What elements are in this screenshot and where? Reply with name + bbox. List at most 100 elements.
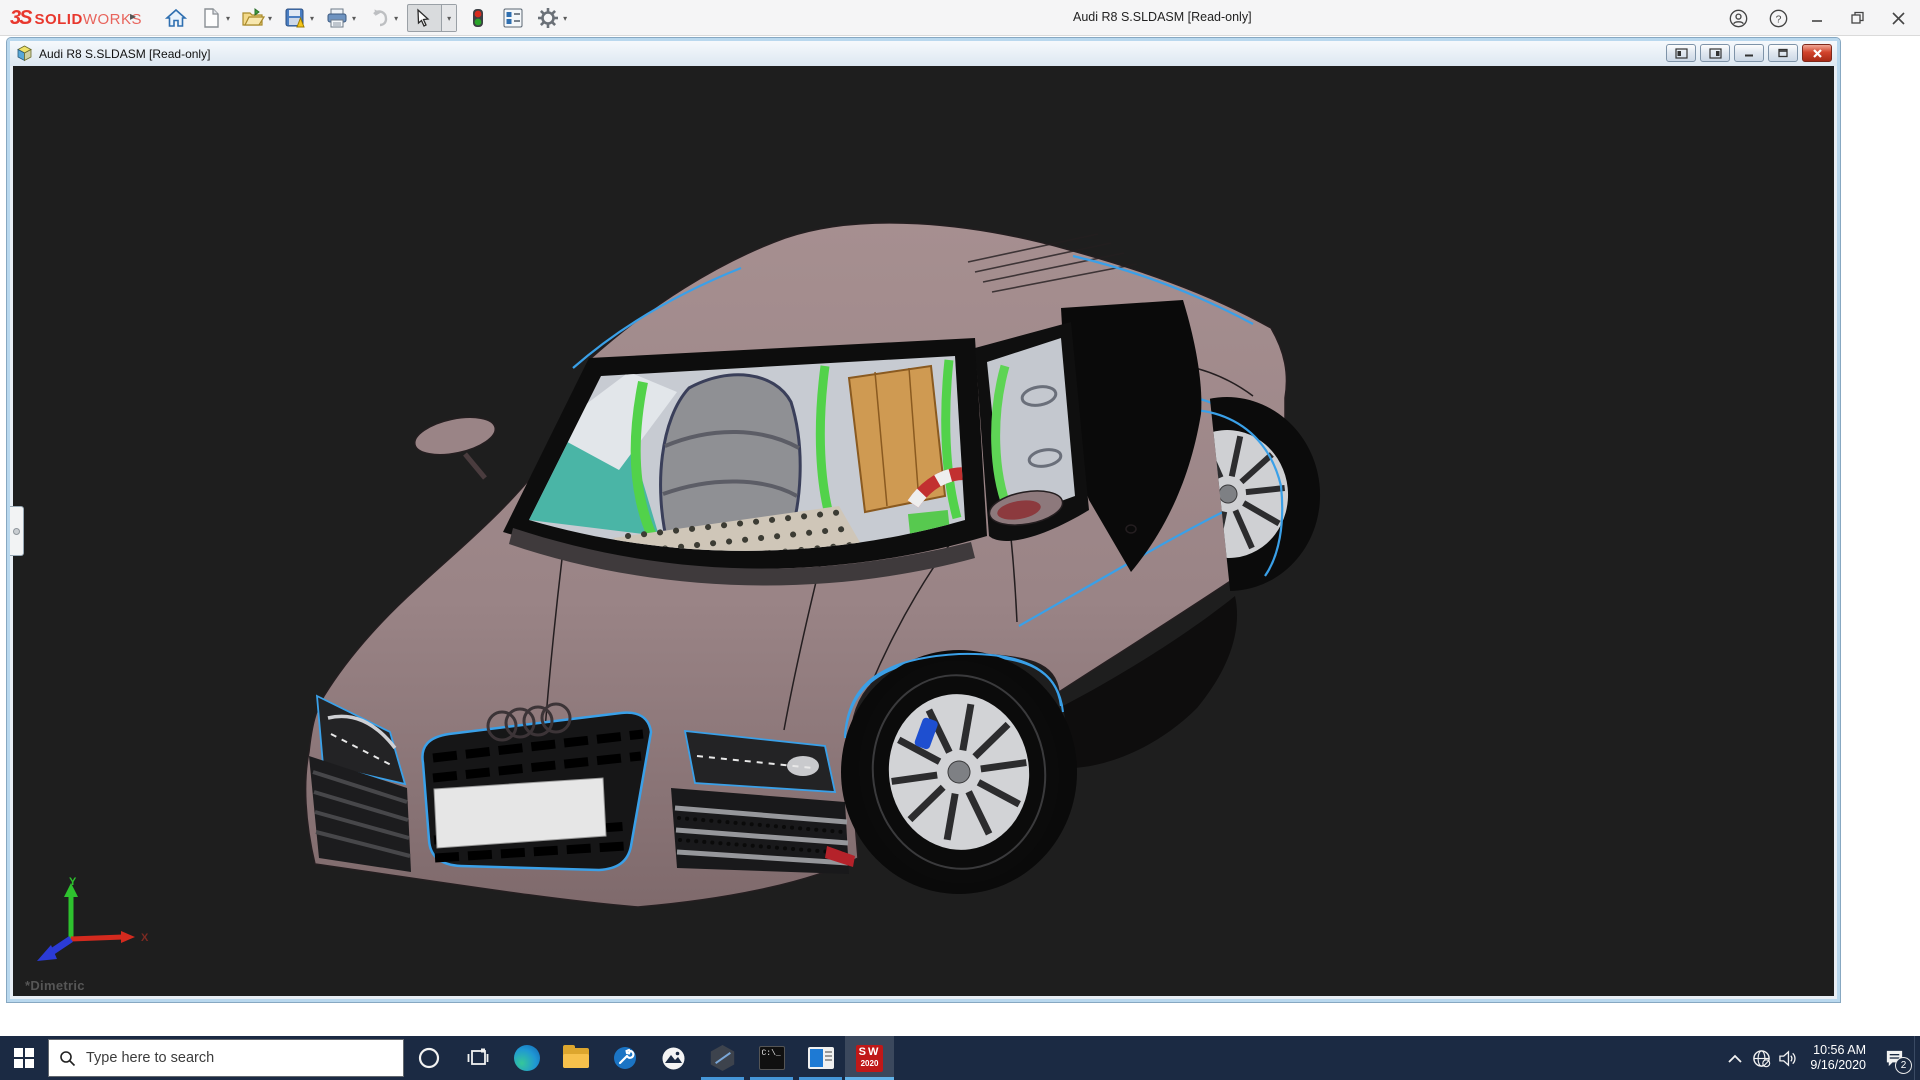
print-icon <box>325 6 349 30</box>
license-plate <box>434 778 606 848</box>
feature-tree-collapse-tab[interactable] <box>10 506 24 556</box>
traffic-light-icon <box>466 6 490 30</box>
close-icon[interactable] <box>1888 8 1908 28</box>
windows-logo-icon <box>14 1048 34 1068</box>
user-account-icon[interactable] <box>1728 8 1748 28</box>
solidworks-logo-mark: 3S <box>10 7 30 30</box>
notification-badge: 2 <box>1895 1057 1912 1074</box>
pane-toggle-left-button[interactable] <box>1666 44 1696 62</box>
taskbar-app-admin-tools[interactable] <box>600 1036 649 1080</box>
document-window-controls <box>1666 44 1832 62</box>
taskbar-clock[interactable]: 10:56 AM 9/16/2020 <box>1810 1043 1866 1073</box>
search-input[interactable] <box>86 1050 366 1066</box>
document-title: Audi R8 S.SLDASM [Read-only] <box>39 47 210 61</box>
help-icon[interactable]: ? <box>1768 8 1788 28</box>
solidworks-2020-icon: SW 2020 <box>856 1045 883 1072</box>
select-tool-button[interactable]: ▾ <box>407 4 457 32</box>
clock-date: 9/16/2020 <box>1810 1058 1866 1073</box>
file-explorer-icon <box>563 1048 589 1068</box>
undo-button[interactable]: ▾ <box>365 3 400 33</box>
volume-icon[interactable] <box>1774 1036 1800 1080</box>
triad-y-label: Y <box>69 877 77 888</box>
save-icon <box>283 6 307 30</box>
pane-toggle-right-button[interactable] <box>1700 44 1730 62</box>
open-folder-icon <box>241 6 265 30</box>
pane-right-icon <box>1709 48 1722 59</box>
show-desktop-button[interactable] <box>1914 1036 1920 1080</box>
window-app-icon <box>808 1047 834 1069</box>
clock-time: 10:56 AM <box>1810 1043 1866 1058</box>
app-titlebar: 3S SOLID WORKS ▸ ▾ ▾ <box>0 0 1920 36</box>
command-prompt-icon: C:\_ <box>759 1046 785 1070</box>
quick-toolbar: ▾ ▾ ▾ ▾ <box>162 0 576 36</box>
wrench-circle-icon <box>612 1045 638 1071</box>
open-button[interactable]: ▾ <box>239 3 274 33</box>
task-pane-icon <box>501 6 525 30</box>
select-cursor-icon <box>413 8 433 28</box>
options-dropdown[interactable]: ▾ <box>563 14 567 23</box>
undo-icon <box>367 6 391 30</box>
taskbar-app-task-view[interactable] <box>453 1036 502 1080</box>
triad-x-label: X <box>141 932 149 944</box>
pane-left-icon <box>1675 48 1688 59</box>
system-tray: 10:56 AM 9/16/2020 2 <box>1722 1036 1920 1080</box>
sw-icon-year: 2020 <box>856 1060 883 1068</box>
task-pane-button[interactable] <box>499 3 527 33</box>
doc-close-icon <box>1812 48 1823 59</box>
edge-icon <box>514 1045 540 1071</box>
print-dropdown[interactable]: ▾ <box>352 14 356 23</box>
taskbar-app-hexagon[interactable] <box>698 1036 747 1080</box>
traffic-light-button[interactable] <box>464 3 492 33</box>
select-dropdown[interactable]: ▾ <box>441 5 456 31</box>
left-mirror[interactable] <box>411 411 498 478</box>
right-intake <box>671 788 855 874</box>
doc-restore-button[interactable] <box>1768 44 1798 62</box>
assembly-document-icon <box>16 45 33 62</box>
action-center-button[interactable]: 2 <box>1874 1036 1914 1080</box>
toolbar-flyout-arrow[interactable]: ▸ <box>130 9 136 23</box>
doc-minimize-button[interactable] <box>1734 44 1764 62</box>
orientation-triad: Y X <box>31 877 151 972</box>
photos-icon <box>661 1046 686 1071</box>
save-button[interactable]: ▾ <box>281 3 316 33</box>
taskbar-app-file-explorer[interactable] <box>551 1036 600 1080</box>
start-button[interactable] <box>0 1036 48 1080</box>
print-button[interactable]: ▾ <box>323 3 358 33</box>
task-view-icon <box>466 1046 490 1070</box>
new-document-icon <box>199 6 223 30</box>
appbar-window-controls: ? <box>1728 0 1908 36</box>
home-icon <box>164 6 188 30</box>
taskbar-app-edge[interactable] <box>502 1036 551 1080</box>
taskbar-search[interactable] <box>48 1039 404 1077</box>
network-globe-icon[interactable] <box>1748 1036 1774 1080</box>
minimize-icon[interactable] <box>1808 8 1828 28</box>
taskbar-app-solidworks[interactable]: SW 2020 <box>845 1036 894 1080</box>
graphics-viewport[interactable]: Y X *Dimetric <box>13 66 1834 996</box>
new-document-dropdown[interactable]: ▾ <box>226 14 230 23</box>
gear-icon <box>536 6 560 30</box>
audi-r8-model[interactable] <box>13 66 1834 996</box>
collapse-tab-grip <box>13 528 20 535</box>
home-button[interactable] <box>162 3 190 33</box>
doc-minimize-icon <box>1743 48 1755 58</box>
tray-chevron-up-icon[interactable] <box>1722 1036 1748 1080</box>
hexagon-app-icon <box>710 1045 736 1071</box>
sw-icon-label: SW <box>856 1045 883 1060</box>
taskbar-app-cortana[interactable] <box>404 1036 453 1080</box>
taskbar-app-photos[interactable] <box>649 1036 698 1080</box>
taskbar-app-window[interactable] <box>796 1036 845 1080</box>
restore-icon[interactable] <box>1848 8 1868 28</box>
view-orientation-label: *Dimetric <box>25 978 85 993</box>
document-titlebar[interactable]: Audi R8 S.SLDASM [Read-only] <box>10 41 1837 66</box>
app-title: Audi R8 S.SLDASM [Read-only] <box>1073 10 1252 24</box>
document-window: Audi R8 S.SLDASM [Read-only] <box>7 38 1840 1002</box>
doc-close-button[interactable] <box>1802 44 1832 62</box>
taskbar-app-command-prompt[interactable]: C:\_ <box>747 1036 796 1080</box>
undo-dropdown[interactable]: ▾ <box>394 14 398 23</box>
save-dropdown[interactable]: ▾ <box>310 14 314 23</box>
logo-solid-text: SOLID <box>34 11 82 28</box>
open-dropdown[interactable]: ▾ <box>268 14 272 23</box>
doc-restore-icon <box>1777 48 1789 58</box>
new-document-button[interactable]: ▾ <box>197 3 232 33</box>
options-button[interactable]: ▾ <box>534 3 569 33</box>
